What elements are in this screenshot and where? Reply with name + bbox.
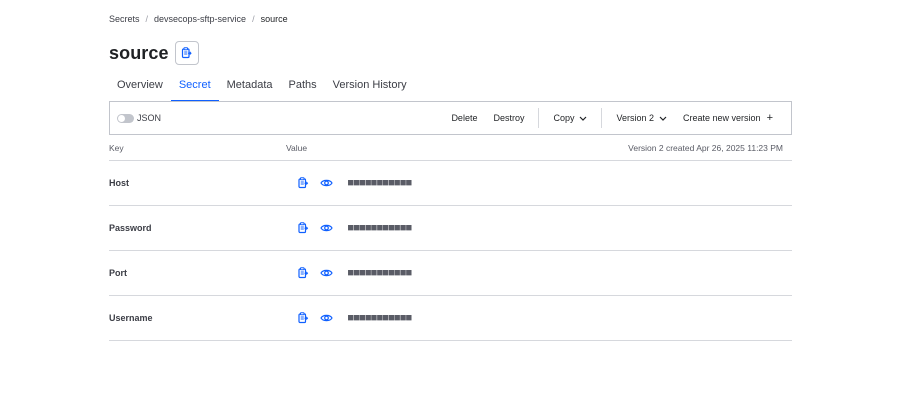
toggle-switch[interactable] <box>117 113 134 123</box>
copy-icon[interactable] <box>297 222 309 234</box>
tab-metadata[interactable]: Metadata <box>219 73 281 102</box>
secret-toolbar: JSON Delete Destroy Copy Version 2 Creat… <box>109 101 792 135</box>
breadcrumb-separator: / <box>145 14 149 24</box>
breadcrumb-secrets[interactable]: Secrets <box>109 14 140 24</box>
copy-icon[interactable] <box>297 177 309 189</box>
breadcrumb-secret-path[interactable]: devsecops-sftp-service <box>154 14 246 24</box>
tab-bar: Overview Secret Metadata Paths Version H… <box>109 73 792 102</box>
plus-icon: + <box>766 111 773 124</box>
copy-icon[interactable] <box>297 312 309 324</box>
version-dropdown[interactable]: Version 2 <box>608 102 675 134</box>
breadcrumb-current: source <box>260 14 288 24</box>
secret-key: Host <box>109 178 129 188</box>
tab-secret[interactable]: Secret <box>170 73 219 102</box>
secret-key: Password <box>109 223 152 233</box>
masked-value: ■■■■■■■■■■■ <box>348 313 413 323</box>
chevron-down-icon <box>580 116 587 121</box>
toolbar-divider <box>601 108 603 128</box>
copy-icon[interactable] <box>297 267 309 279</box>
masked-value: ■■■■■■■■■■■ <box>348 268 413 278</box>
copy-dropdown[interactable]: Copy <box>545 102 595 134</box>
table-row: Port ■■■■■■■■■■■ <box>109 251 792 296</box>
table-row: Password ■■■■■■■■■■■ <box>109 206 792 251</box>
value-column-header: Value <box>286 143 308 153</box>
toolbar-divider <box>538 108 540 128</box>
copy-icon <box>182 47 192 59</box>
tab-paths[interactable]: Paths <box>281 73 325 102</box>
masked-value: ■■■■■■■■■■■ <box>348 223 413 233</box>
page-title: source <box>109 42 169 63</box>
json-toggle-label: JSON <box>137 113 162 123</box>
chevron-down-icon <box>659 116 667 121</box>
eye-icon[interactable] <box>320 222 333 234</box>
masked-value: ■■■■■■■■■■■ <box>348 178 413 188</box>
delete-button-label: Delete <box>451 113 478 123</box>
delete-button[interactable]: Delete <box>443 102 485 134</box>
breadcrumb-separator: / <box>252 14 255 24</box>
create-new-version-label: Create new version <box>683 113 761 123</box>
version-dropdown-label: Version 2 <box>616 113 655 123</box>
destroy-button-label: Destroy <box>493 113 525 123</box>
copy-dropdown-label: Copy <box>553 113 575 123</box>
table-row: Username ■■■■■■■■■■■ <box>109 296 792 341</box>
breadcrumb: Secrets / devsecops-sftp-service / sourc… <box>109 14 288 24</box>
destroy-button[interactable]: Destroy <box>485 102 532 134</box>
copy-path-button[interactable] <box>174 41 199 65</box>
tab-version-history[interactable]: Version History <box>325 73 415 102</box>
eye-icon[interactable] <box>320 177 333 189</box>
table-header: Key Value Version 2 created Apr 26, 2025… <box>109 135 792 161</box>
create-new-version-button[interactable]: Create new version + <box>675 102 791 134</box>
key-column-header: Key <box>109 143 124 153</box>
tab-overview[interactable]: Overview <box>109 73 171 102</box>
table-row: Host ■■■■■■■■■■■ <box>109 161 792 206</box>
title-row: source <box>109 41 199 65</box>
toolbar-actions: Delete Destroy Copy Version 2 Create new… <box>443 102 791 134</box>
secret-key: Username <box>109 313 153 323</box>
eye-icon[interactable] <box>320 312 333 324</box>
version-created-info: Version 2 created Apr 26, 2025 11:23 PM <box>628 143 783 153</box>
json-toggle[interactable]: JSON <box>117 113 161 123</box>
secret-key: Port <box>109 268 127 278</box>
eye-icon[interactable] <box>320 267 333 279</box>
